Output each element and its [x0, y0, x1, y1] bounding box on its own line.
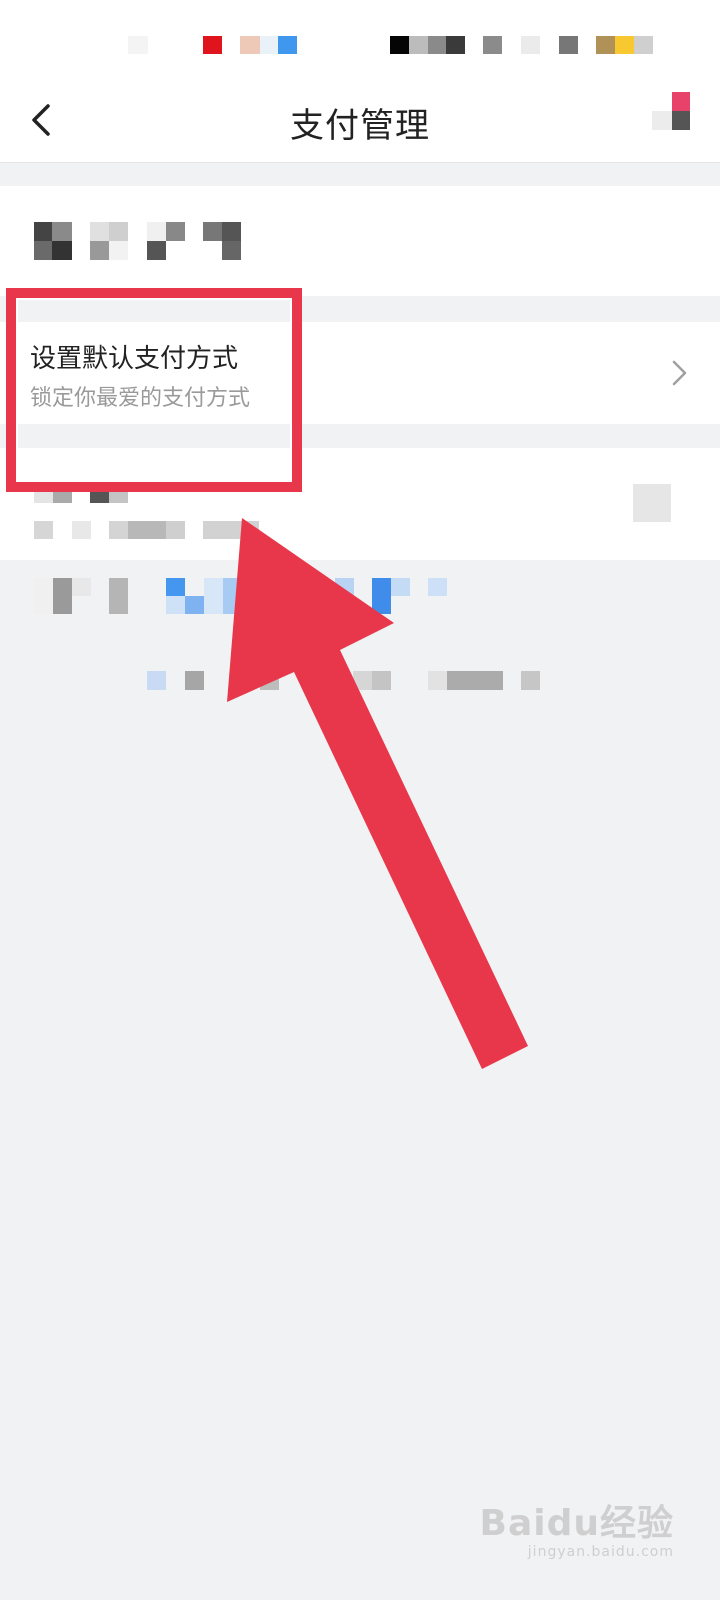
pixelated-label: [90, 222, 109, 241]
chevron-right-icon: [670, 358, 690, 388]
pixelated-label: [128, 521, 166, 539]
pixelated-label: [203, 222, 222, 241]
status-bar: [0, 0, 720, 80]
pixelated-label: [109, 222, 128, 241]
pixelated-label: [34, 222, 52, 241]
page-title: 支付管理: [290, 106, 430, 146]
status-pixel: [390, 36, 409, 54]
pixelated-label: [147, 222, 166, 241]
pixelated-label: [52, 241, 72, 260]
highlight-box: [6, 288, 302, 492]
pixelated-label: [52, 222, 72, 241]
status-pixel: [240, 36, 260, 54]
status-pixel: [446, 36, 465, 54]
pixelated-label: [72, 521, 91, 539]
status-pixel: [615, 36, 634, 54]
status-pixel: [203, 36, 222, 54]
status-pixel: [521, 36, 540, 54]
more-icon[interactable]: [652, 92, 692, 132]
pixelated-label: [222, 222, 241, 241]
pixelated-label: [34, 521, 53, 539]
pixelated-label: [90, 241, 109, 260]
status-pixel: [596, 36, 615, 54]
watermark-url: jingyan.baidu.com: [527, 1544, 674, 1560]
status-pixel: [260, 36, 278, 54]
pixelated-label: [34, 241, 52, 260]
watermark-brand: Baidu经验: [479, 1503, 674, 1544]
pixelated-label: [203, 521, 259, 539]
status-pixel: [483, 36, 502, 54]
status-pixel: [278, 36, 297, 54]
status-pixel: [128, 36, 148, 54]
status-pixel: [409, 36, 428, 54]
list-item[interactable]: [0, 186, 720, 296]
pixelated-label: [166, 222, 185, 241]
pixelated-label: [222, 241, 241, 260]
pixelated-label: [109, 241, 128, 260]
pixelated-label: [147, 241, 166, 260]
watermark: Baidu经验 jingyan.baidu.com: [480, 1494, 674, 1560]
pixelated-label: [166, 521, 185, 539]
status-pixel: [559, 36, 578, 54]
pixelated-label: [109, 521, 128, 539]
pixelated-toggle: [633, 484, 671, 522]
status-pixel: [634, 36, 653, 54]
status-pixel: [428, 36, 446, 54]
nav-bar: 支付管理: [0, 80, 720, 163]
